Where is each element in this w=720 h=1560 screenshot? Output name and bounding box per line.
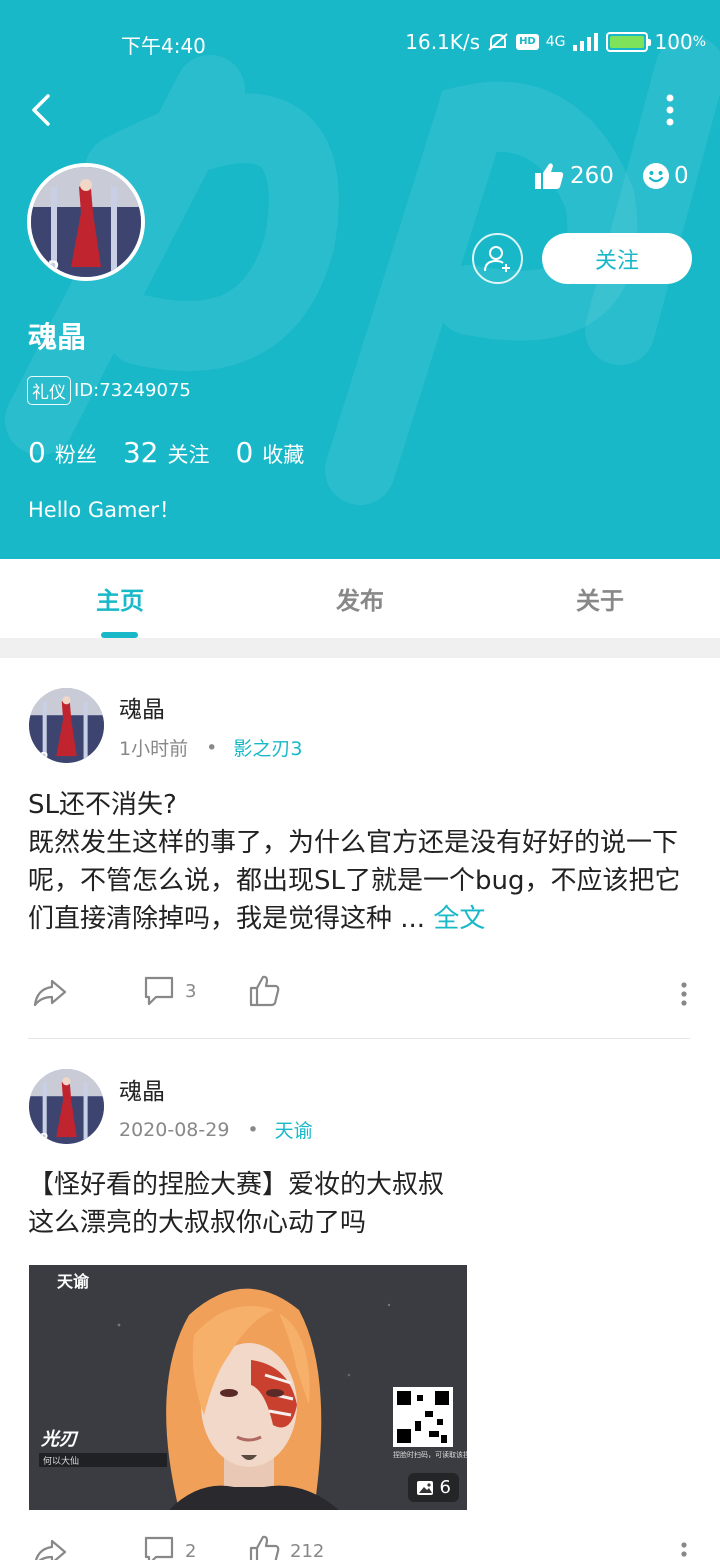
- post-meta: 1小时前 • 影之刃3: [119, 734, 302, 761]
- post-title: SL还不消失?: [28, 790, 177, 820]
- battery-icon: [605, 32, 651, 52]
- gallery-icon: [416, 1480, 433, 1495]
- favorites-count[interactable]: 0: [235, 436, 253, 469]
- add-user-icon: [483, 245, 510, 272]
- qr-caption: 捏脸时扫码，可读取该捏脸数据: [393, 1450, 467, 1459]
- favorites-label[interactable]: 收藏: [262, 439, 304, 469]
- like-count: 212: [290, 1540, 325, 1560]
- character-screenshot: 天谕 光刃 何以大仙 捏脸时扫码，可读取该捏脸数据: [29, 1265, 467, 1510]
- network-speed: 16.1K/s: [405, 30, 481, 54]
- profile-tabs: 主页 发布 关于: [0, 559, 720, 638]
- post-body: 这么漂亮的大叔叔你心动了吗: [28, 1208, 367, 1238]
- post-title: 【怪好看的捏脸大赛】爱妆的大叔叔: [28, 1170, 445, 1200]
- thumbs-up-icon: [535, 163, 564, 189]
- share-button[interactable]: [32, 1534, 68, 1560]
- share-icon: [33, 979, 67, 1007]
- share-icon: [34, 1539, 67, 1560]
- profile-bio: Hello Gamer！: [28, 498, 181, 522]
- svg-text:光刃: 光刃: [40, 1429, 79, 1450]
- post-divider: [28, 1038, 690, 1039]
- game-logo: 天谕: [57, 1272, 90, 1291]
- battery-level: 100: [654, 30, 693, 54]
- smiles-stat: 0: [642, 162, 689, 190]
- hd-badge: HD: [516, 34, 539, 50]
- image-count-badge: 6: [407, 1473, 459, 1502]
- signal-icon: [572, 33, 598, 51]
- follow-button[interactable]: 关注: [542, 233, 692, 284]
- status-bar: 下午4:40 16.1K/s HD 4G 100%: [0, 0, 720, 84]
- post-content[interactable]: 【怪好看的捏脸大赛】爱妆的大叔叔 这么漂亮的大叔叔你心动了吗: [28, 1166, 698, 1242]
- likes-count: 260: [570, 163, 614, 189]
- read-more-link[interactable]: 全文: [433, 904, 485, 934]
- battery-unit: %: [692, 34, 706, 50]
- fans-label[interactable]: 粉丝: [55, 439, 97, 469]
- svg-text:SD: SD: [33, 1132, 48, 1143]
- post-game-link[interactable]: 天谕: [275, 1116, 313, 1143]
- thumbs-up-icon: [249, 975, 280, 1007]
- tab-posts[interactable]: 发布: [240, 559, 480, 638]
- fans-count[interactable]: 0: [28, 436, 46, 469]
- user-id: ID:73249075: [74, 380, 191, 401]
- comment-button[interactable]: 3: [143, 974, 196, 1008]
- profile-header: 下午4:40 16.1K/s HD 4G 100% SD 260 0 关注 魂晶…: [0, 0, 720, 559]
- following-count[interactable]: 32: [123, 436, 159, 469]
- post-body: 既然发生这样的事了，为什么官方还是没有好好的说一下呢，不管怎么说，都出现SL了就…: [28, 828, 681, 934]
- mute-icon: [488, 33, 508, 51]
- svg-text:SD: SD: [33, 751, 48, 762]
- smiles-count: 0: [674, 163, 689, 189]
- post-image[interactable]: 天谕 光刃 何以大仙 捏脸时扫码，可读取该捏脸数据 6: [29, 1265, 467, 1510]
- following-label[interactable]: 关注: [167, 439, 209, 469]
- signal-type: 4G: [545, 34, 566, 50]
- tab-about[interactable]: 关于: [480, 559, 720, 638]
- back-button[interactable]: [24, 92, 60, 128]
- more-menu-button[interactable]: [656, 92, 684, 128]
- status-time: 下午4:40: [121, 34, 206, 58]
- profile-avatar[interactable]: SD: [27, 163, 145, 281]
- post-time: 2020-08-29: [119, 1118, 230, 1141]
- post-author-avatar[interactable]: SD: [29, 688, 104, 763]
- smile-icon: [643, 163, 669, 189]
- like-button[interactable]: [248, 974, 290, 1008]
- post-more-button[interactable]: [678, 1542, 690, 1560]
- image-caption: 何以大仙: [43, 1455, 79, 1467]
- section-divider: [0, 638, 720, 658]
- comment-icon: [144, 976, 174, 1006]
- profile-counts: 0 粉丝 32 关注 0 收藏: [28, 436, 330, 469]
- post-actions: 2 212: [0, 1534, 720, 1560]
- like-button[interactable]: 212: [248, 1534, 324, 1560]
- add-friend-button[interactable]: [472, 233, 523, 284]
- share-button[interactable]: [32, 974, 68, 1010]
- post-meta: 2020-08-29 • 天谕: [119, 1116, 313, 1143]
- likes-stat: 260: [534, 162, 614, 190]
- thumbs-up-icon: [249, 1535, 280, 1560]
- comment-button[interactable]: 2: [143, 1534, 196, 1560]
- post-actions: 3: [0, 974, 720, 1014]
- post-content[interactable]: SL还不消失? 既然发生这样的事了，为什么官方还是没有好好的说一下呢，不管怎么说…: [28, 786, 698, 938]
- image-count: 6: [439, 1477, 451, 1498]
- profile-username: 魂晶: [28, 320, 87, 354]
- post-game-link[interactable]: 影之刃3: [233, 734, 302, 761]
- comment-count: 3: [185, 980, 197, 1002]
- post-author-avatar[interactable]: SD: [29, 1069, 104, 1144]
- meta-separator: •: [247, 1118, 259, 1141]
- post-time: 1小时前: [119, 738, 189, 760]
- etiquette-badge[interactable]: 礼仪: [27, 376, 71, 405]
- tab-home[interactable]: 主页: [0, 559, 240, 638]
- post-more-button[interactable]: [678, 982, 690, 1006]
- user-id-row: 礼仪 ID:73249075: [27, 376, 191, 405]
- comment-icon: [144, 1536, 174, 1560]
- comment-count: 2: [185, 1540, 197, 1560]
- meta-separator: •: [206, 736, 218, 759]
- post-author-name[interactable]: 魂晶: [119, 1072, 165, 1106]
- post-author-name[interactable]: 魂晶: [119, 690, 165, 724]
